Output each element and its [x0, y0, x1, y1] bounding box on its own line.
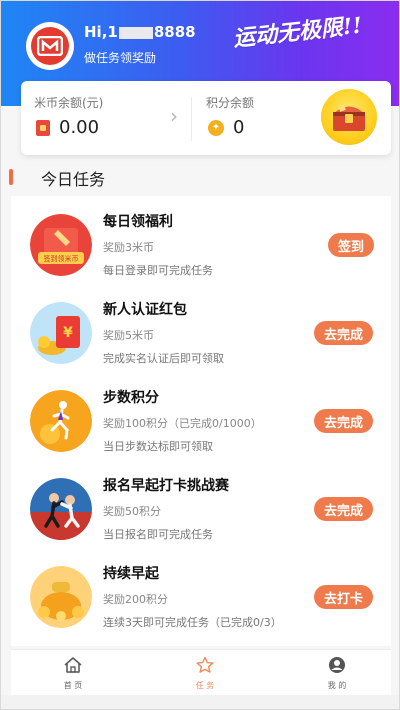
challenge-runners-icon	[30, 478, 92, 540]
task-title: 新人认证红包	[103, 302, 187, 318]
task-reward: 奖励200积分	[103, 593, 168, 606]
points-balance[interactable]: ✦ 0	[208, 117, 244, 138]
bottom-strip	[1, 695, 399, 709]
section-accent-bar	[9, 169, 13, 185]
masked-phone	[118, 26, 153, 39]
task-desc: 完成实名认证后即可领取	[103, 352, 224, 365]
red-envelope-checkin-icon: 签到领米币	[30, 214, 92, 276]
checkin-icon-text: 签到领米币	[44, 254, 79, 263]
task-reward: 奖励5米币	[103, 329, 154, 342]
task-desc: 连续3天即可完成任务（已完成0/3）	[103, 616, 282, 629]
task-item: 步数积分 奖励100积分（已完成0/1000） 当日步数达标即可领取 去完成	[11, 372, 391, 460]
points-balance-label: 积分余额	[206, 96, 255, 110]
header-subtitle: 做任务领奖励	[84, 51, 157, 65]
chevron-right-icon[interactable]: ›	[170, 104, 178, 128]
task-reward: 奖励50积分	[103, 505, 161, 518]
divider	[191, 97, 192, 141]
task-desc: 每日登录即可完成任务	[103, 264, 213, 277]
nav-mine[interactable]: 我 的	[307, 656, 367, 691]
home-icon	[64, 657, 82, 673]
gold-coins-bag-icon	[30, 566, 92, 628]
task-title: 步数积分	[103, 390, 159, 406]
task-item: ¥ 新人认证红包 奖励5米币 完成实名认证后即可领取 去完成	[11, 284, 391, 372]
task-title: 每日领福利	[103, 214, 173, 230]
nav-home-label: 首 页	[63, 681, 83, 690]
points-balance-value: 0	[233, 117, 245, 138]
slogan-text: 运动无极限!!	[231, 12, 364, 52]
checkin-early-button[interactable]: 去打卡	[314, 585, 374, 609]
complete-verification-button[interactable]: 去完成	[314, 321, 374, 345]
task-item: 报名早起打卡挑战赛 奖励50积分 当日报名即可完成任务 去完成	[11, 460, 391, 548]
coin-balance[interactable]: 0.00	[36, 117, 99, 138]
user-greeting: Hi,1 8888	[84, 23, 196, 41]
section-title: 今日任务	[41, 170, 106, 189]
task-title: 持续早起	[103, 566, 159, 582]
app-screen: Hi,1 8888 做任务领奖励 运动无极限!! 米币余额(元) 0.00 › 积…	[0, 0, 400, 710]
user-icon	[329, 657, 345, 673]
svg-text:¥: ¥	[63, 325, 73, 341]
bottom-nav: 首 页 任 务 我 的	[11, 649, 391, 695]
app-logo	[26, 22, 74, 70]
task-item: 签到领米币 每日领福利 奖励3米币 每日登录即可完成任务 签到	[11, 196, 391, 284]
task-reward: 奖励100积分（已完成0/1000）	[103, 417, 262, 430]
nav-tasks[interactable]: 任 务	[175, 656, 235, 691]
task-list: 签到领米币 每日领福利 奖励3米币 每日登录即可完成任务 签到 ¥ 新人认证红包…	[11, 196, 391, 646]
treasure-chest-icon[interactable]	[321, 89, 377, 145]
nav-mine-label: 我 的	[327, 681, 347, 690]
checkin-button[interactable]: 签到	[328, 233, 375, 257]
task-desc: 当日报名即可完成任务	[103, 528, 213, 541]
task-item: 持续早起 奖励200积分 连续3天即可完成任务（已完成0/3） 去打卡	[11, 548, 391, 636]
running-person-icon	[30, 390, 92, 452]
red-envelope-icon	[36, 119, 50, 136]
complete-challenge-button[interactable]: 去完成	[314, 497, 374, 521]
star-icon	[196, 656, 214, 673]
coin-icon: ✦	[208, 119, 224, 136]
yen-red-envelope-icon: ¥	[30, 302, 92, 364]
complete-steps-button[interactable]: 去完成	[314, 409, 374, 433]
nav-tasks-label: 任 务	[195, 681, 215, 690]
coin-balance-value: 0.00	[59, 117, 100, 138]
task-desc: 当日步数达标即可领取	[103, 440, 213, 453]
coin-balance-label: 米币余额(元)	[34, 96, 104, 110]
task-title: 报名早起打卡挑战赛	[103, 478, 229, 494]
balance-card: 米币余额(元) 0.00 › 积分余额 ✦ 0	[21, 81, 391, 155]
task-reward: 奖励3米币	[103, 241, 154, 254]
nav-home[interactable]: 首 页	[43, 656, 103, 691]
